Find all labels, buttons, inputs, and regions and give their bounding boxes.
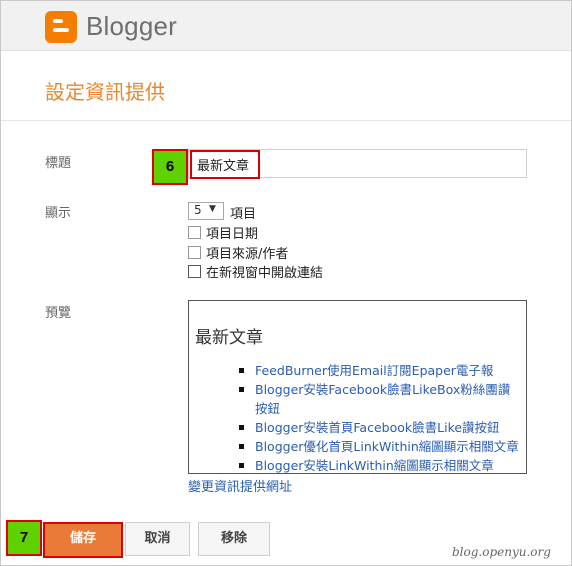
preview-item[interactable]: Blogger安裝LinkWithin縮圖顯示相關文章 (237, 456, 521, 473)
step-badge-6: 6 (152, 149, 188, 185)
chevron-down-icon: ▼ (209, 204, 216, 214)
title-label: 標題 (45, 156, 72, 171)
preview-item[interactable]: Blogger安裝首頁Facebook臉書Like讚按鈕 (237, 418, 521, 437)
preview-item[interactable]: FeedBurner使用Email訂閱Epaper電子報 (237, 361, 521, 380)
app-name: Blogger (86, 11, 178, 41)
save-button[interactable]: 儲存 (43, 522, 123, 558)
watermark: blog.openyu.org (452, 545, 551, 559)
option-item-date[interactable]: 項目日期 (188, 223, 258, 242)
option-item-source-author[interactable]: 項目來源/作者 (188, 243, 288, 262)
app-header: Blogger (1, 1, 571, 51)
preview-item[interactable]: Blogger安裝Facebook臉書LikeBox粉絲團讚按鈕 (237, 380, 521, 418)
preview-label: 預覽 (45, 306, 72, 321)
change-feed-url-link[interactable]: 變更資訊提供網址 (188, 476, 292, 495)
display-label: 顯示 (45, 206, 72, 221)
checkbox-open-new-window[interactable] (188, 265, 201, 278)
title-divider (1, 120, 571, 121)
item-count-value: 5 (194, 203, 202, 217)
title-input-value[interactable]: 最新文章 (197, 155, 249, 174)
remove-button[interactable]: 移除 (198, 522, 270, 556)
preview-list: FeedBurner使用Email訂閱Epaper電子報 Blogger安裝Fa… (237, 361, 521, 473)
feed-preview: 最新文章 FeedBurner使用Email訂閱Epaper電子報 Blogge… (188, 300, 527, 474)
checkbox-item-source-author[interactable] (188, 246, 201, 259)
preview-heading: 最新文章 (195, 328, 263, 348)
option-open-new-window[interactable]: 在新視窗中開啟連結 (188, 262, 323, 281)
item-count-suffix: 項目 (230, 207, 257, 222)
step-badge-7: 7 (6, 520, 42, 556)
checkbox-item-date[interactable] (188, 226, 201, 239)
blogger-logo-icon (45, 11, 77, 43)
preview-item[interactable]: Blogger優化首頁LinkWithin縮圖顯示相關文章 (237, 437, 521, 456)
item-count-select[interactable]: 5 ▼ (188, 202, 224, 220)
cancel-button[interactable]: 取消 (125, 522, 190, 556)
page-title: 設定資訊提供 (45, 80, 165, 104)
